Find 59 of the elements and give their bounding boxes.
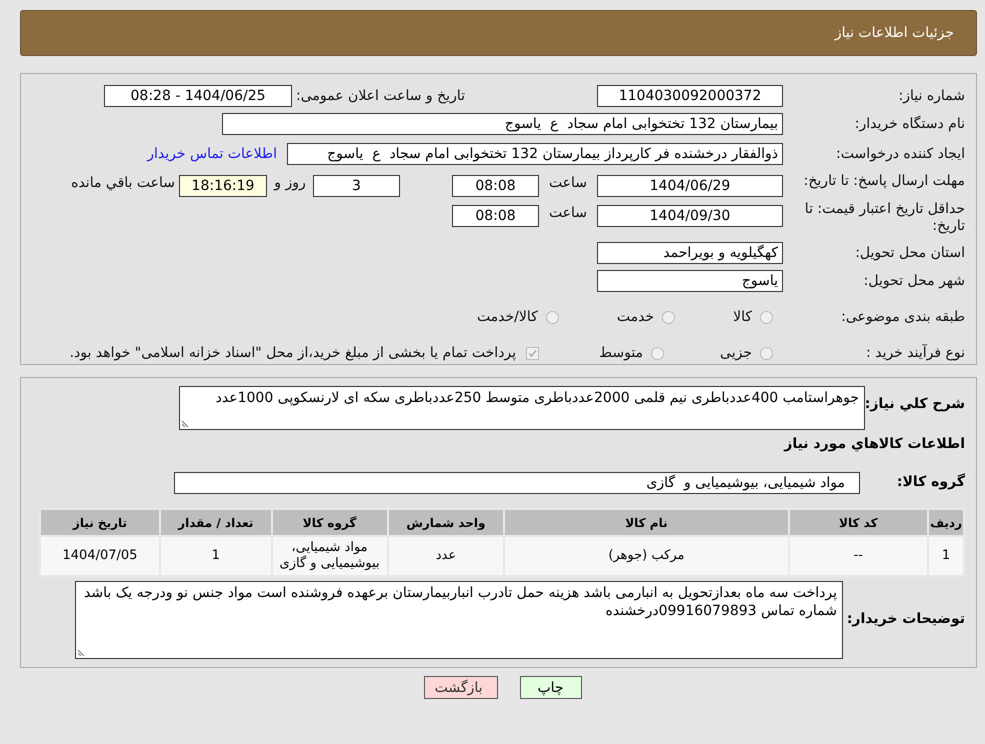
field-label: ایجاد کننده درخواست:	[835, 146, 965, 162]
field-label: شرح كلي نياز:	[865, 396, 965, 412]
province-field: کهگیلویه و بویراحمد	[597, 242, 783, 264]
column-header: تعداد / مقدار	[160, 509, 272, 536]
date-field: 1404/06/29	[597, 175, 783, 197]
buyer-notes-field: پرداخت سه ماه بعدازتحویل به انبارمی باشد هزینه حمل تادرب انباربیمارستان برعهده فروشنده است مواد جنس نو ودرجه یک باشد شماره تماس 09916079893درخشنده	[75, 581, 843, 659]
back-button[interactable]: بازگشت	[424, 676, 498, 699]
field-label: ساعت	[548, 205, 588, 221]
buyer-contact-link[interactable]: اطلاعات تماس خریدار	[147, 146, 277, 162]
print-button[interactable]: چاپ	[520, 676, 582, 699]
table-cell: 1	[928, 536, 964, 576]
checkbox-label: پرداخت تمام یا بخشی از مبلغ خرید،از محل "اسناد خزانه اسلامی" خواهد بود.	[70, 345, 516, 361]
goods-group-field: مواد شیمیایی، بیوشیمیایی و گازی	[174, 472, 860, 494]
field-label: نام دستگاه خریدار:	[854, 116, 965, 132]
days-field: 3	[313, 175, 400, 197]
description-field: جوهراستامب 400عددباطری نیم قلمی 2000عددباطری متوسط 250عددباطری سکه ای لارنسکوپی 1000عدد	[179, 386, 865, 430]
field-label: توضیحات خریدار:	[846, 611, 965, 627]
radio-label: کالا	[733, 309, 752, 325]
radio-label: کالا/خدمت	[476, 309, 538, 325]
page-title: جزئیات اطلاعات نیاز	[834, 25, 954, 41]
time-field: 08:08	[452, 175, 539, 197]
need-number-field: 1104030092000372	[597, 85, 783, 107]
field-label: مهلت ارسال پاسخ: تا تاریخ:	[802, 173, 965, 190]
column-header: واحد شمارش	[388, 509, 504, 536]
field-label: روز و	[272, 175, 307, 191]
field-label: ساعت باقي مانده	[71, 175, 175, 191]
table-cell: مرکب (جوهر)	[504, 536, 788, 576]
field-label: نوع فرآیند خرید :	[865, 344, 965, 362]
date-field: 1404/09/30	[597, 205, 783, 227]
table-cell: --	[788, 536, 928, 576]
table-cell: 1404/07/05	[40, 536, 160, 576]
radio-label: متوسط	[599, 345, 644, 361]
field-label: استان محل تحویل:	[854, 244, 965, 262]
radio-label: جزیی	[720, 345, 752, 361]
field-label: گروه کالا:	[896, 474, 965, 490]
field-label: ساعت	[548, 175, 588, 191]
time-field: 08:08	[452, 205, 539, 227]
table-cell: 1	[160, 536, 272, 576]
requester-field: ذوالفقار درخشنده فر کارپرداز بیمارستان 132 تختخوابی امام سجاد ع یاسوج	[287, 143, 783, 165]
city-field: یاسوج	[597, 270, 783, 292]
resize-grip-icon[interactable]	[182, 419, 190, 427]
field-label: تاریخ و ساعت اعلان عمومی:	[296, 88, 465, 104]
buyer-org-field: بیمارستان 132 تختخوابی امام سجاد ع یاسوج	[222, 113, 783, 135]
column-header: تاریخ نیاز	[40, 509, 160, 536]
radio-label: خدمت	[616, 309, 654, 325]
resize-grip-icon[interactable]	[78, 648, 86, 656]
field-label: طبقه بندی موضوعی:	[840, 308, 965, 326]
field-label: شهر محل تحویل:	[862, 272, 965, 290]
field-label: شماره نیاز:	[898, 88, 965, 104]
column-header: ردیف	[928, 509, 964, 536]
column-header: گروه کالا	[272, 509, 388, 536]
remaining-time-field: 18:16:19	[179, 175, 267, 197]
announce-date-field: 1404/06/25 - 08:28	[104, 85, 292, 107]
section-title: اطلاعات كالاهاي مورد نياز	[784, 436, 965, 452]
column-header: نام کالا	[504, 509, 788, 536]
table-cell: مواد شیمیایی، بیوشیمیایی و گازی	[272, 536, 388, 576]
column-header: کد کالا	[788, 509, 928, 536]
table-cell: عدد	[388, 536, 504, 576]
field-label: حداقل تاریخ اعتبار قیمت: تا تاریخ:	[804, 201, 965, 235]
